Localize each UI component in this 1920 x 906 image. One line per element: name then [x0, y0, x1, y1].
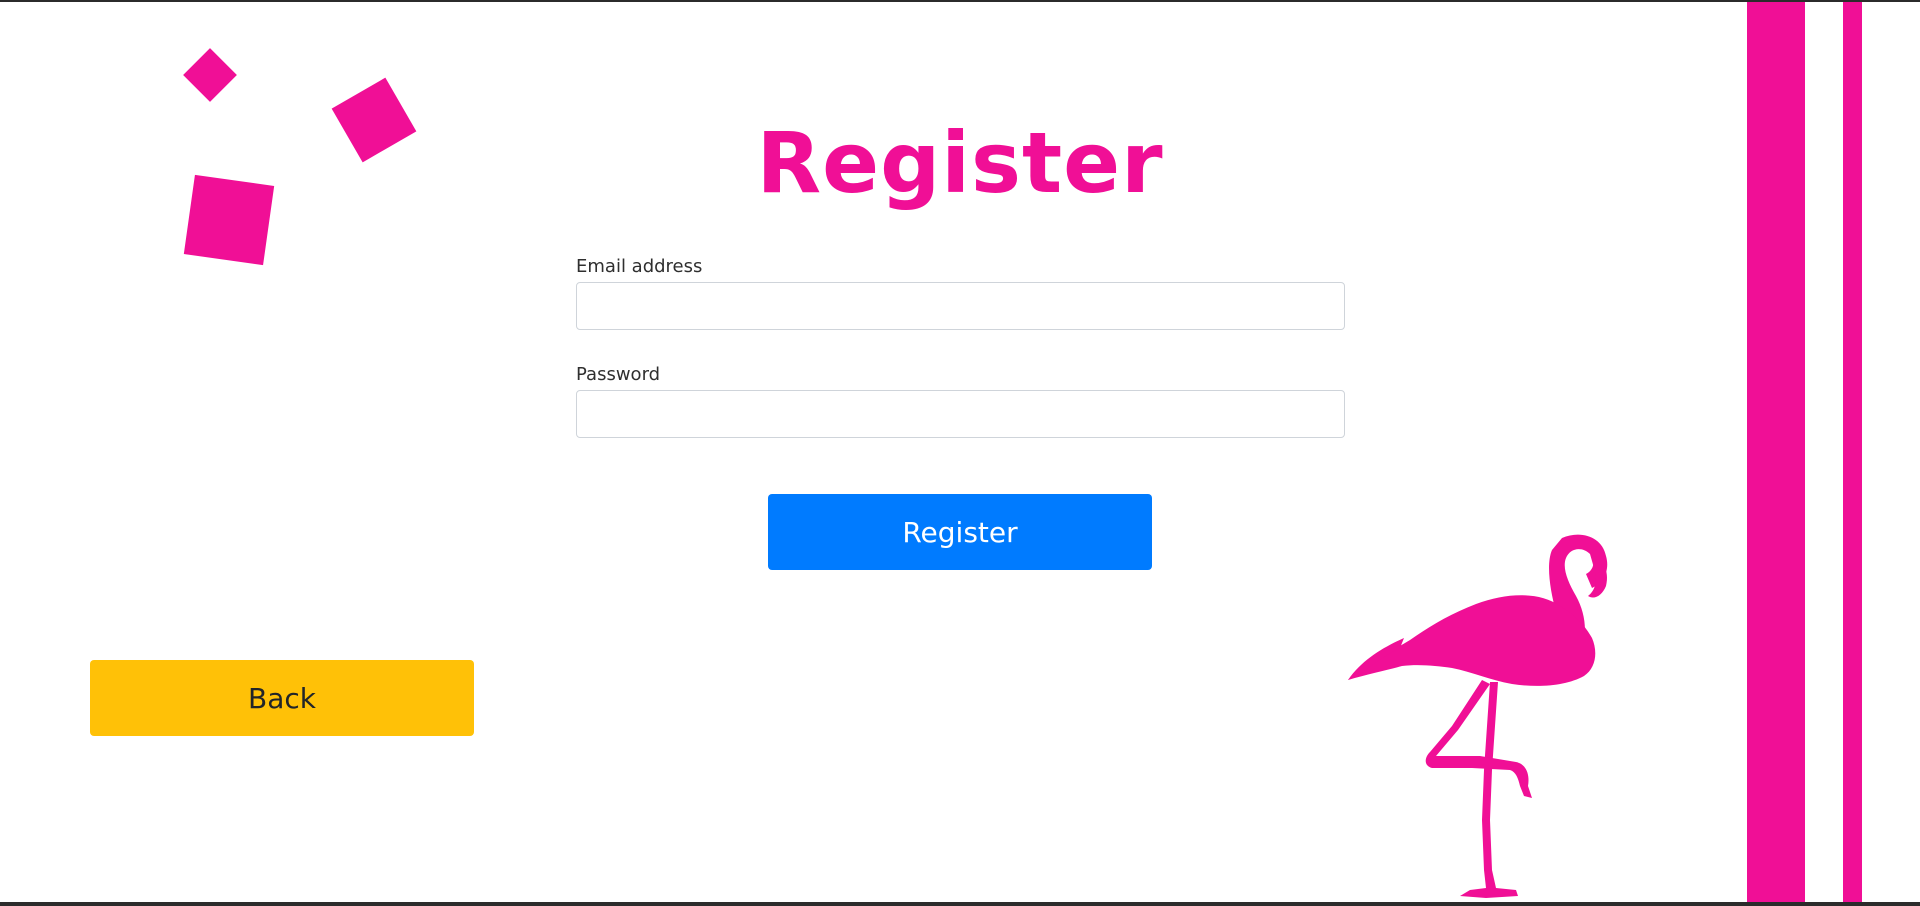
decorative-stripe-wide [1747, 2, 1805, 902]
back-button[interactable]: Back [90, 660, 474, 736]
window-top-border [0, 0, 1920, 2]
email-field[interactable] [576, 282, 1345, 330]
password-field[interactable] [576, 390, 1345, 438]
register-page: Register Email address Password Register… [0, 0, 1920, 906]
decorative-stripe-narrow [1843, 2, 1862, 902]
password-label: Password [576, 364, 661, 385]
flamingo-icon [1348, 534, 1608, 898]
page-title: Register [756, 114, 1164, 213]
decorative-square-icon [183, 48, 237, 102]
window-bottom-border [0, 902, 1920, 906]
decorative-square-icon [183, 174, 275, 266]
decorative-square-icon [331, 77, 417, 163]
register-button[interactable]: Register [768, 494, 1152, 570]
register-form: Email address Password [576, 252, 1345, 438]
email-label: Email address [576, 256, 703, 277]
